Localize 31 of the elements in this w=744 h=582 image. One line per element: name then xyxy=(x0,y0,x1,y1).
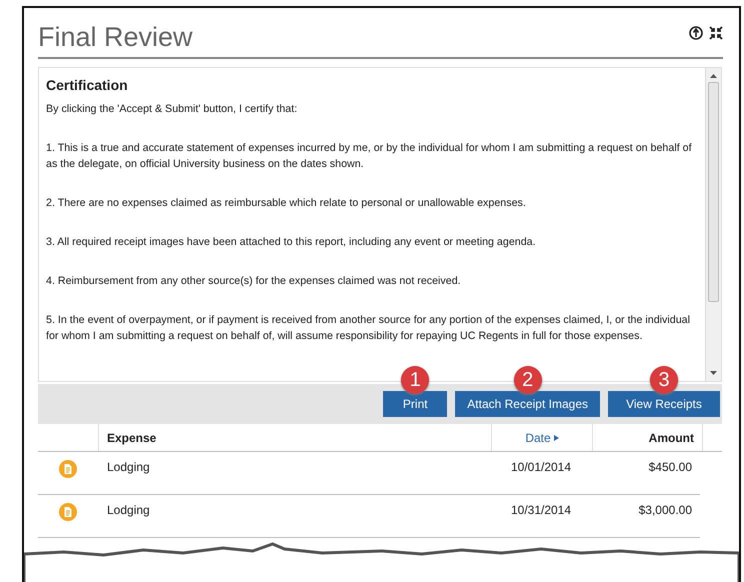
certification-paragraph: 3. All required receipt images have been attached to this report, including any event or meeting agenda. xyxy=(46,235,537,250)
column-header[interactable]: Date xyxy=(525,430,551,444)
section-heading: Certification xyxy=(46,77,129,93)
step-badge: 2 xyxy=(514,366,542,394)
sort-arrow-icon xyxy=(554,434,559,440)
action-button[interactable]: Print xyxy=(383,391,448,417)
scroll-up-icon[interactable] xyxy=(710,74,717,78)
window-title: Final Review xyxy=(38,22,193,53)
column-header[interactable]: Expense xyxy=(107,430,156,444)
collapse-icon[interactable] xyxy=(709,26,723,40)
step-badge: 3 xyxy=(650,366,678,394)
scrollbar[interactable] xyxy=(705,68,721,381)
certification-paragraph: 2. There are no expenses claimed as reimbursable which relate to personal or unallowable expenses. xyxy=(46,196,527,211)
certification-paragraph: 4. Reimbursement from any other source(s) for the expenses claimed was not received. xyxy=(46,274,462,289)
table-cell: Lodging xyxy=(107,460,150,474)
accessibility-icon[interactable] xyxy=(689,26,703,40)
table-cell: 10/31/2014 xyxy=(510,503,572,517)
table-cell: $450.00 xyxy=(648,460,692,474)
table-cell: $3,000.00 xyxy=(638,503,692,517)
certification-intro: By clicking the 'Accept & Submit' button, I certify that: xyxy=(46,102,298,117)
action-button[interactable]: Attach Receipt Images xyxy=(455,391,600,417)
action-button[interactable]: View Receipts xyxy=(608,391,720,417)
column-header[interactable]: Amount xyxy=(648,430,694,444)
document-icon xyxy=(58,502,78,522)
scroll-down-icon[interactable] xyxy=(710,371,717,375)
certification-paragraph: 1. This is a true and accurate statement of expenses incurred by me, or by the individual for whom I am submitting a request on behalf of as the delegate, on official University business on the dates shown. xyxy=(46,141,693,172)
table-cell: 10/01/2014 xyxy=(510,460,572,474)
table-cell: Lodging xyxy=(107,503,150,517)
document-icon xyxy=(58,459,78,479)
certification-paragraph: 5. In the event of overpayment, or if payment is received from another source for any portion of the expenses claimed, I, or the individual for whom I am submitting a request on behalf of, will assume responsibility for repaying UC Regents in full for those expenses. xyxy=(46,313,691,344)
step-badge: 1 xyxy=(401,366,430,394)
